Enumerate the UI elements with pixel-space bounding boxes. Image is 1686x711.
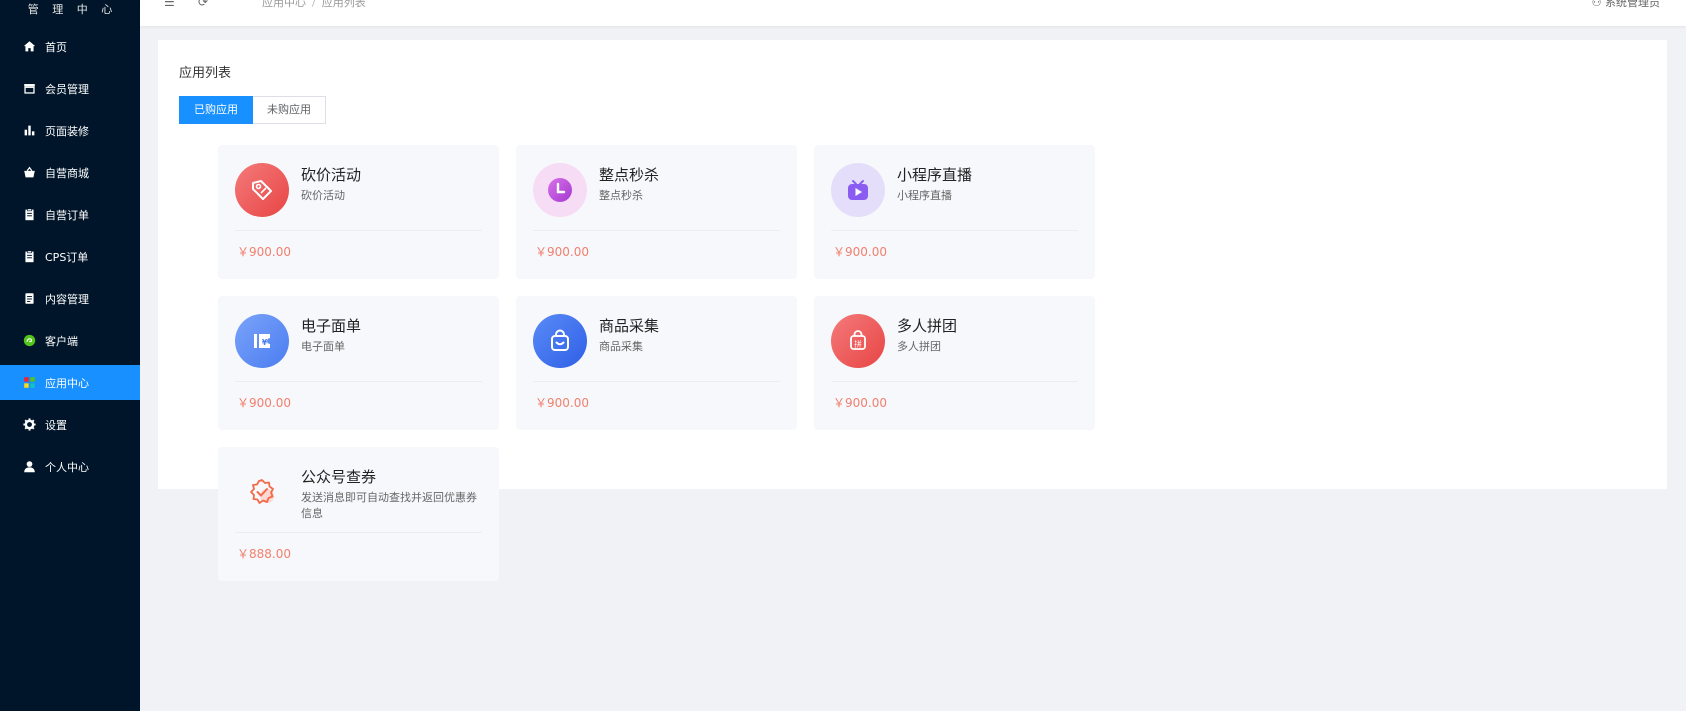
breadcrumb: 应用中心 / 应用列表: [262, 0, 366, 10]
sidebar-item-label: 会员管理: [45, 82, 89, 96]
tab-unpurchased-apps[interactable]: 未购应用: [253, 96, 326, 124]
main-panel: 应用列表 已购应用 未购应用 砍价活动 砍价活动 ￥900.00 整点秒杀 整点…: [158, 40, 1667, 581]
divider: [235, 532, 482, 533]
divider: [533, 230, 780, 231]
sidebar-item-label: 客户端: [45, 334, 78, 348]
app-card-e-waybill[interactable]: ¥ 电子面单 电子面单 ￥900.00: [218, 296, 499, 430]
divider: [831, 230, 1078, 231]
wechat-icon: [22, 334, 36, 348]
app-description: 发送消息即可自动查找并返回优惠券信息: [301, 491, 477, 520]
app-title: 公众号查券: [301, 468, 377, 486]
app-description: 多人拼团: [897, 340, 941, 353]
app-price: ￥900.00: [833, 396, 887, 410]
tab-purchased-apps[interactable]: 已购应用: [179, 96, 253, 124]
app-title: 小程序直播: [897, 166, 973, 184]
shopping-bag-icon: [533, 314, 587, 368]
gear-icon: [22, 418, 36, 432]
sidebar-item-home[interactable]: 首页: [0, 29, 140, 64]
divider: [235, 381, 482, 382]
app-description: 商品采集: [599, 340, 643, 353]
app-card-flash-sale[interactable]: 整点秒杀 整点秒杀 ￥900.00: [516, 145, 797, 279]
divider: [235, 230, 482, 231]
sidebar-item-self-orders[interactable]: 自营订单: [0, 197, 140, 232]
ticket-icon: ¥: [235, 314, 289, 368]
sidebar-item-client[interactable]: 客户端: [0, 323, 140, 358]
clock-icon: [533, 163, 587, 217]
app-description: 整点秒杀: [599, 189, 643, 202]
app-card-product-collect[interactable]: 商品采集 商品采集 ￥900.00: [516, 296, 797, 430]
sidebar-item-label: 设置: [45, 418, 67, 432]
breadcrumb-item: 应用列表: [321, 0, 366, 9]
refresh-icon[interactable]: ⟳: [198, 0, 208, 9]
bar-chart-icon: [22, 124, 36, 138]
sidebar-item-label: 自营订单: [45, 208, 89, 222]
sidebar-item-settings[interactable]: 设置: [0, 407, 140, 442]
app-card-mini-program-live[interactable]: 小程序直播 小程序直播 ￥900.00: [814, 145, 1095, 279]
sidebar-item-label: 内容管理: [45, 292, 89, 306]
badge-check-icon: [235, 465, 289, 519]
app-title: 砍价活动: [301, 166, 362, 184]
svg-text:¥: ¥: [262, 338, 268, 347]
user-name: 系统管理员: [1605, 0, 1660, 9]
app-price: ￥900.00: [833, 245, 887, 259]
app-price: ￥900.00: [535, 396, 589, 410]
app-title: 电子面单: [301, 317, 362, 335]
app-card-group-buy[interactable]: 拼 多人拼团 多人拼团 ￥900.00: [814, 296, 1095, 430]
app-price: ￥900.00: [237, 245, 291, 259]
breadcrumb-item[interactable]: 应用中心: [262, 0, 306, 9]
price-tag-icon: [235, 163, 289, 217]
clipboard-icon: [22, 208, 36, 222]
divider: [533, 381, 780, 382]
home-icon: [22, 40, 36, 54]
sidebar-menu: 首页 会员管理 页面装修 自营商城 自营订单 CPS订单 内容管理 客户端 应用…: [0, 29, 140, 484]
group-buy-icon: 拼: [831, 314, 885, 368]
sidebar-item-label: CPS订单: [45, 250, 89, 264]
sidebar-item-content[interactable]: 内容管理: [0, 281, 140, 316]
hamburger-menu-icon[interactable]: ☰: [164, 0, 175, 9]
app-price: ￥900.00: [535, 245, 589, 259]
sidebar-item-label: 自营商城: [45, 166, 89, 180]
document-icon: [22, 292, 36, 306]
app-price: ￥888.00: [237, 547, 291, 561]
divider: [831, 381, 1078, 382]
sidebar-item-app-center[interactable]: 应用中心: [0, 365, 140, 400]
breadcrumb-separator: /: [312, 0, 316, 9]
app-description: 小程序直播: [897, 189, 952, 202]
user-icon: ⚇: [1591, 0, 1605, 9]
app-tabs: 已购应用 未购应用: [179, 96, 326, 124]
sidebar-item-label: 应用中心: [45, 376, 89, 390]
clipboard-icon: [22, 250, 36, 264]
sidebar-brand: 管 理 中 心: [27, 3, 118, 16]
app-description: 电子面单: [301, 340, 345, 353]
app-description: 砍价活动: [301, 189, 345, 202]
user-menu[interactable]: ⚇ 系统管理员: [1592, 0, 1660, 10]
sidebar-item-label: 个人中心: [45, 460, 89, 474]
app-title: 商品采集: [599, 317, 660, 335]
sidebar-item-self-mall[interactable]: 自营商城: [0, 155, 140, 190]
app-price: ￥900.00: [237, 396, 291, 410]
page-title: 应用列表: [179, 66, 232, 81]
sidebar-item-members[interactable]: 会员管理: [0, 71, 140, 106]
apps-icon: [22, 376, 36, 390]
sidebar: 管 理 中 心 首页 会员管理 页面装修 自营商城 自营订单 CPS订单 内容管…: [0, 0, 140, 711]
sidebar-item-page-design[interactable]: 页面装修: [0, 113, 140, 148]
app-title: 多人拼团: [897, 317, 958, 335]
tv-play-icon: [831, 163, 885, 217]
sidebar-item-cps-orders[interactable]: CPS订单: [0, 239, 140, 274]
app-card-grid: 砍价活动 砍价活动 ￥900.00 整点秒杀 整点秒杀 ￥900.00 小程序直…: [218, 145, 1358, 581]
sidebar-item-label: 首页: [45, 40, 67, 54]
sidebar-item-profile[interactable]: 个人中心: [0, 449, 140, 484]
app-title: 整点秒杀: [599, 166, 660, 184]
basket-icon: [22, 166, 36, 180]
svg-text:拼: 拼: [854, 339, 862, 349]
app-card-coupon-lookup[interactable]: 公众号查券 发送消息即可自动查找并返回优惠券信息 ￥888.00: [218, 447, 499, 581]
store-icon: [22, 82, 36, 96]
user-icon: [22, 460, 36, 474]
sidebar-item-label: 页面装修: [45, 124, 89, 138]
top-header: ☰ ⟳ 应用中心 / 应用列表 ⚇ 系统管理员: [140, 0, 1686, 26]
app-card-bargain[interactable]: 砍价活动 砍价活动 ￥900.00: [218, 145, 499, 279]
